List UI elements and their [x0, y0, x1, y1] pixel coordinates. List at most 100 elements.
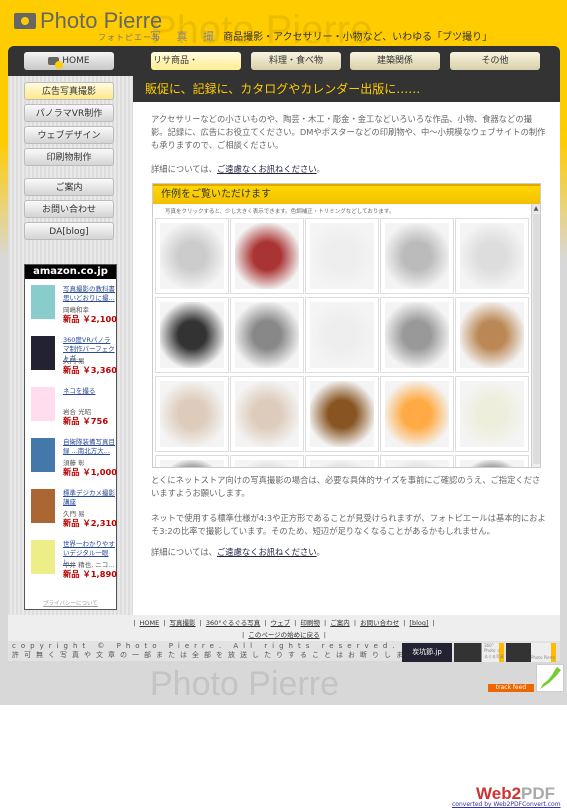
book-cover[interactable] — [31, 438, 55, 472]
gallery-thumbnail[interactable] — [305, 297, 379, 373]
gallery-thumbnail[interactable] — [455, 297, 529, 373]
thumbnail-image[interactable] — [385, 460, 449, 467]
logo-text: Photo Pierre — [40, 8, 163, 33]
thumbnail-image[interactable] — [160, 381, 224, 447]
thumbnail-image[interactable] — [235, 460, 299, 467]
footer-link[interactable]: [blog] — [409, 619, 428, 627]
thumbnail-image[interactable] — [310, 223, 374, 289]
gallery-thumbnail[interactable] — [380, 376, 454, 452]
gallery-thumbnail[interactable] — [380, 297, 454, 373]
web2pdf-link[interactable]: converted by Web2PDFConvert.com — [452, 801, 561, 808]
thumbnail-image[interactable] — [310, 381, 374, 447]
gallery-thumbnail[interactable] — [380, 218, 454, 294]
sidebar-item-panorama[interactable]: パノラマVR制作 — [24, 104, 114, 122]
gallery-thumbnail[interactable] — [230, 218, 304, 294]
nav-products[interactable]: リサ商品・ — [151, 52, 241, 70]
thumbnail-image[interactable] — [235, 302, 299, 368]
footer-link[interactable]: HOME — [139, 619, 159, 627]
gallery-thumbnail[interactable] — [455, 218, 529, 294]
gallery-thumbnail[interactable] — [155, 376, 229, 452]
book-cover[interactable] — [31, 489, 55, 523]
intro-text: アクセサリーなどの小さいものや、陶芸・木工・彫金・金工などいろいろな作品、小物、… — [151, 114, 546, 150]
gallery-caption: 写真をクリックすると、少し大きく表示できます。色調補正・トリミングなどしておりま… — [165, 209, 395, 215]
gallery-thumbnail[interactable] — [155, 218, 229, 294]
thumbnail-image[interactable] — [160, 460, 224, 467]
sidebar-item-print[interactable]: 印刷物制作 — [24, 148, 114, 166]
thumbnail-image[interactable] — [310, 460, 374, 467]
sidebar-item-contact[interactable]: お問い合わせ — [24, 200, 114, 218]
nav-food[interactable]: 料理・食べ物 — [251, 52, 341, 70]
gallery-thumbnail[interactable] — [155, 455, 229, 467]
thumbnail-image[interactable] — [160, 223, 224, 289]
scroll-up-icon[interactable]: ▲ — [532, 204, 540, 213]
footer-link[interactable]: 360°ぐるぐる写真 — [206, 619, 260, 627]
detail-suffix: 。 — [316, 547, 325, 557]
tagline: 写 真 撮 商品撮影・アクセサリー・小物など、いわゆる「ブツ撮り」 — [150, 28, 492, 44]
detail-prefix: 詳細については、 — [151, 164, 217, 174]
footer-link[interactable]: お問い合わせ — [360, 619, 399, 627]
footer-link[interactable]: 写真撮影 — [170, 619, 196, 627]
netstore-text: とくにネットストア向けの写真撮影の場合は、必要な具体的サイズを事前にご確認のうえ… — [151, 475, 541, 498]
book-cover[interactable] — [31, 540, 55, 574]
tagline-text: 商品撮影・アクセサリー・小物など、いわゆる「ブツ撮り」 — [223, 32, 493, 43]
footer-link[interactable]: ウェブ — [271, 619, 291, 627]
contact-link[interactable]: ご遠慮なくお訊ねください — [217, 547, 317, 557]
japan-map-icon[interactable] — [536, 664, 564, 692]
thumbnail-image[interactable] — [460, 302, 524, 368]
gallery-thumbnail[interactable] — [380, 455, 454, 467]
sidebar-item-ad-photo[interactable]: 広告写真撮影 — [24, 82, 114, 100]
thumbnail-image[interactable] — [160, 302, 224, 368]
book-title[interactable]: 写真撮影の教科書 思いどおりに撮... — [63, 285, 115, 303]
gallery-scrollbar[interactable]: ▲ — [531, 204, 540, 467]
site-logo[interactable]: Photo Pierre — [14, 8, 162, 34]
scroll-thumb[interactable] — [533, 214, 540, 464]
book-title[interactable]: 標準デジカメ撮影講座 — [63, 489, 115, 507]
detail-prefix: 詳細については、 — [151, 547, 217, 557]
thumbnail-image[interactable] — [460, 223, 524, 289]
back-to-top-link[interactable]: このページの始めに戻る — [248, 631, 319, 639]
gallery-thumbnail[interactable] — [230, 297, 304, 373]
thumbnail-image[interactable] — [235, 223, 299, 289]
thumbnail-image[interactable] — [385, 223, 449, 289]
book-cover[interactable] — [31, 387, 55, 421]
footer-link[interactable]: 印刷物 — [300, 619, 320, 627]
privacy-link[interactable]: プライバシーについて — [25, 599, 116, 607]
sidebar-item-web-design[interactable]: ウェブデザイン — [24, 126, 114, 144]
gallery-thumbnail[interactable] — [305, 376, 379, 452]
gallery-thumbnail[interactable] — [455, 376, 529, 452]
book-cover[interactable] — [31, 336, 55, 370]
book-title[interactable]: ネコを撮る — [63, 387, 115, 396]
nav-other[interactable]: その他 — [450, 52, 540, 70]
gallery-thumbnail[interactable] — [230, 455, 304, 467]
tagline-label: 写 真 撮 — [150, 30, 220, 43]
trackfeed-badge[interactable]: track feed — [488, 684, 534, 692]
thumbnail-image[interactable] — [385, 381, 449, 447]
nav-home[interactable]: HOME — [24, 52, 114, 70]
thumbnail-image[interactable] — [460, 381, 524, 447]
thumbnail-image[interactable] — [460, 460, 524, 467]
top-nav: HOME リサ商品・ 料理・食べ物 建築関係 その他 — [8, 46, 560, 76]
banner-tankobushi[interactable]: 炭坑節.jp — [402, 643, 452, 662]
sidebar-item-blog[interactable]: DA[blog] — [24, 222, 114, 240]
footer-watermark: Photo Pierre — [150, 665, 339, 703]
book-title[interactable]: 自衛隊装備写真目録 ...南北方大... — [63, 438, 115, 456]
book-cover[interactable] — [31, 285, 55, 319]
banner-photo-pierre[interactable]: Photo Pierre — [506, 643, 556, 662]
thumbnail-image[interactable] — [310, 302, 374, 368]
gallery-thumbnail[interactable] — [305, 218, 379, 294]
gallery-thumbnail[interactable] — [155, 297, 229, 373]
sidebar-item-guide[interactable]: ご案内 — [24, 178, 114, 196]
contact-link[interactable]: ご遠慮なくお訊ねください — [217, 164, 317, 174]
banner-360-photo[interactable]: 360° Photo ぐるぐる写真 — [454, 643, 504, 662]
footer-link[interactable]: ご案内 — [330, 619, 350, 627]
gallery-thumbnail[interactable] — [230, 376, 304, 452]
amazon-logo[interactable]: amazon.co.jp — [25, 265, 116, 279]
thumbnail-image[interactable] — [235, 381, 299, 447]
gallery-thumbnail[interactable] — [305, 455, 379, 467]
gallery-thumbnail[interactable] — [455, 455, 529, 467]
camera-icon — [48, 56, 64, 69]
nav-label: HOME — [62, 56, 90, 66]
thumbnail-image[interactable] — [385, 302, 449, 368]
gallery: 作例をご覧いただけます 写真をクリックすると、少し大きく表示できます。色調補正・… — [152, 183, 541, 468]
nav-architecture[interactable]: 建築関係 — [350, 52, 440, 70]
